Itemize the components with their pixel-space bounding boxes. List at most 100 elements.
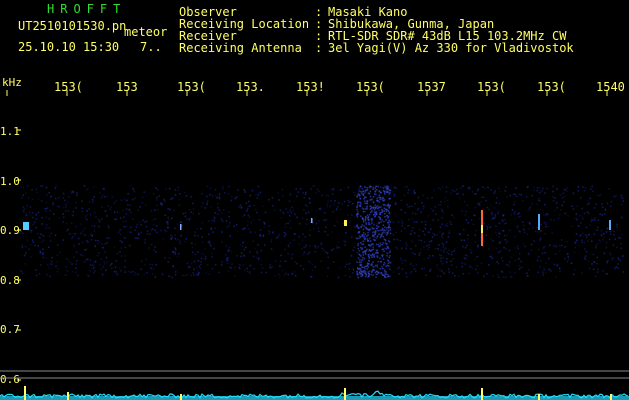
noise-dot bbox=[136, 237, 138, 239]
noise-dot bbox=[201, 253, 204, 255]
noise-dot bbox=[45, 202, 47, 204]
noise-dot bbox=[326, 275, 329, 278]
noise-dot bbox=[462, 245, 464, 248]
noise-dot bbox=[128, 244, 131, 247]
noise-dot bbox=[348, 201, 350, 204]
noise-dot bbox=[190, 196, 192, 198]
noise-dot bbox=[88, 275, 90, 277]
noise-dot bbox=[295, 188, 297, 190]
noise-dot bbox=[491, 213, 493, 216]
noise-dot bbox=[228, 215, 230, 218]
noise-dot bbox=[384, 187, 387, 189]
noise-dot bbox=[432, 209, 434, 212]
noise-dot bbox=[372, 186, 374, 189]
noise-dot bbox=[281, 188, 284, 191]
noise-dot bbox=[81, 241, 84, 244]
noise-dot bbox=[100, 258, 102, 260]
noise-dot bbox=[366, 208, 368, 210]
noise-dot bbox=[426, 197, 429, 199]
noise-dot bbox=[367, 271, 369, 273]
noise-dot bbox=[472, 223, 475, 226]
noise-dot bbox=[190, 274, 192, 277]
noise-dot bbox=[368, 219, 370, 221]
noise-dot bbox=[238, 206, 240, 208]
noise-dot bbox=[574, 246, 576, 249]
noise-dot bbox=[362, 243, 365, 245]
noise-dot bbox=[374, 239, 376, 242]
noise-dot bbox=[384, 242, 387, 244]
noise-dot bbox=[533, 240, 535, 242]
noise-dot bbox=[546, 187, 549, 190]
noise-dot bbox=[386, 189, 388, 191]
noise-dot bbox=[365, 189, 367, 192]
noise-dot bbox=[324, 231, 326, 233]
noise-dot bbox=[357, 242, 360, 245]
noise-dot bbox=[375, 213, 378, 216]
noise-dot bbox=[67, 228, 69, 231]
noise-dot bbox=[469, 249, 472, 251]
noise-dot bbox=[404, 259, 406, 262]
noise-dot bbox=[614, 267, 616, 270]
noise-dot bbox=[389, 249, 392, 251]
noise-dot bbox=[363, 257, 366, 260]
noise-dot bbox=[356, 261, 358, 263]
signal-mark bbox=[481, 225, 483, 233]
noise-dot bbox=[72, 210, 75, 213]
noise-dot bbox=[149, 233, 151, 235]
noise-dot bbox=[296, 195, 298, 197]
noise-dot bbox=[208, 220, 210, 222]
noise-dot bbox=[146, 230, 149, 232]
noise-dot bbox=[255, 193, 257, 196]
noise-dot bbox=[446, 257, 448, 260]
noise-dot bbox=[165, 221, 168, 223]
noise-dot bbox=[620, 194, 623, 196]
noise-dot bbox=[240, 206, 243, 209]
noise-dot bbox=[356, 237, 358, 240]
noise-dot bbox=[609, 233, 612, 235]
noise-dot bbox=[360, 242, 362, 244]
noise-dot bbox=[330, 188, 332, 191]
noise-dot bbox=[29, 243, 32, 246]
noise-dot bbox=[368, 270, 371, 273]
noise-dot bbox=[264, 223, 266, 225]
noise-dot bbox=[314, 266, 317, 268]
noise-dot bbox=[315, 247, 317, 249]
noise-dot bbox=[294, 232, 296, 235]
noise-dot bbox=[315, 222, 318, 225]
noise-dot bbox=[366, 202, 368, 205]
noise-dot bbox=[156, 199, 158, 201]
noise-dot bbox=[450, 264, 453, 266]
noise-dot bbox=[514, 193, 516, 195]
noise-dot bbox=[434, 248, 437, 250]
noise-dot bbox=[394, 202, 397, 205]
noise-dot bbox=[40, 233, 42, 236]
noise-dot bbox=[37, 198, 40, 200]
noise-dot bbox=[368, 192, 371, 195]
noise-dot bbox=[385, 265, 388, 267]
time-ticks bbox=[6, 90, 608, 96]
noise-dot bbox=[43, 251, 45, 254]
noise-dot bbox=[85, 259, 87, 261]
noise-dot bbox=[441, 210, 443, 212]
noise-dot bbox=[381, 243, 383, 246]
noise-dot bbox=[495, 247, 497, 250]
noise-dot bbox=[256, 244, 259, 246]
noise-dot bbox=[167, 208, 169, 210]
noise-dot bbox=[357, 204, 359, 206]
noise-dot bbox=[144, 241, 146, 244]
noise-dot bbox=[359, 259, 361, 261]
noise-dot bbox=[474, 206, 476, 209]
noise-dot bbox=[362, 232, 365, 234]
noise-dot bbox=[395, 201, 397, 203]
noise-dot bbox=[62, 221, 64, 223]
noise-dot bbox=[362, 211, 365, 213]
noise-dot bbox=[90, 239, 93, 241]
noise-dot bbox=[58, 217, 60, 219]
noise-dot bbox=[26, 185, 29, 187]
noise-dot bbox=[174, 227, 176, 229]
noise-dot bbox=[221, 261, 223, 263]
noise-dot bbox=[196, 228, 198, 230]
noise-dot bbox=[384, 208, 387, 210]
noise-dot bbox=[508, 261, 511, 263]
noise-dot bbox=[370, 206, 373, 208]
